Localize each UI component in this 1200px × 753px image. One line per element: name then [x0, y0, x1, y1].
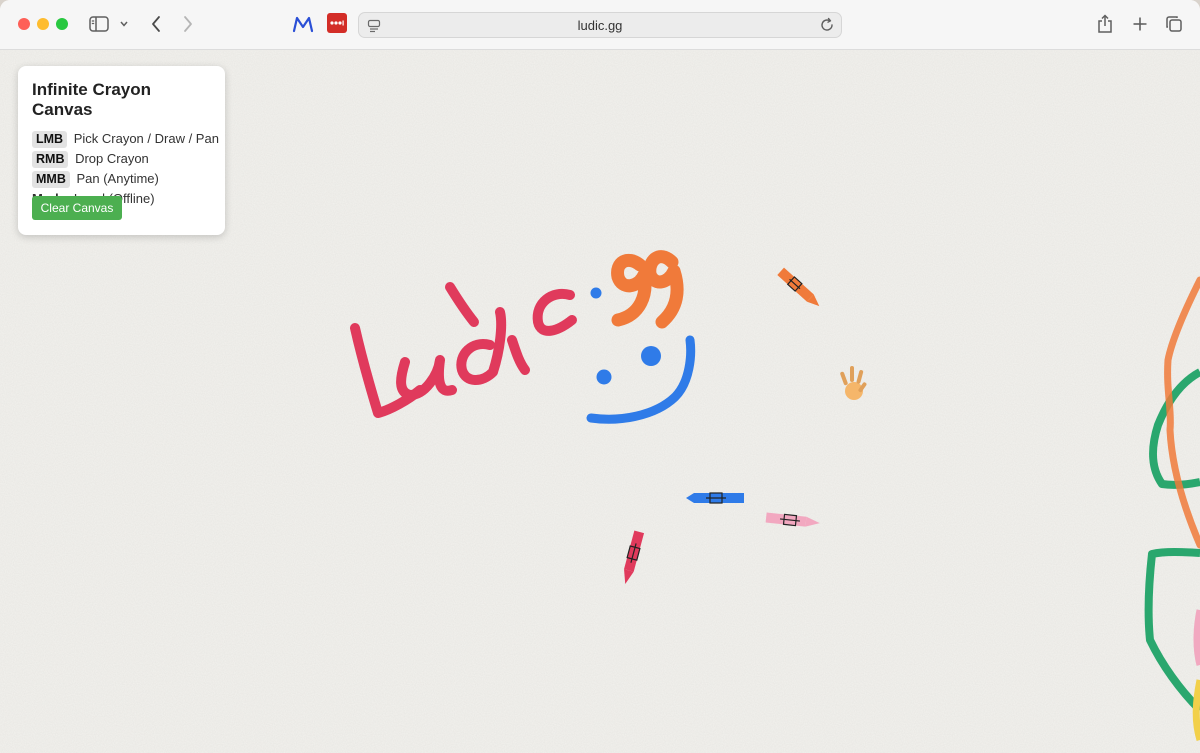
control-action: Pan (Anytime)	[76, 171, 159, 186]
extension-m-icon[interactable]	[291, 12, 315, 36]
yellow-edge-stroke	[1192, 679, 1200, 742]
forward-icon[interactable]	[178, 12, 198, 36]
back-icon[interactable]	[146, 12, 166, 36]
control-row-mmb: MMB Pan (Anytime)	[32, 169, 211, 189]
control-row-lmb: LMB Pick Crayon / Draw / Pan	[32, 129, 219, 149]
clear-canvas-button[interactable]: Clear Canvas	[32, 196, 122, 220]
key-badge: LMB	[32, 131, 68, 148]
zoom-window-button[interactable]	[56, 18, 68, 30]
password-manager-icon[interactable]	[327, 13, 347, 33]
panel-title: Infinite Crayon Canvas	[32, 80, 152, 119]
key-badge: MMB	[32, 171, 70, 188]
minimize-window-button[interactable]	[37, 18, 49, 30]
close-window-button[interactable]	[18, 18, 30, 30]
tabs-icon[interactable]	[1164, 13, 1184, 35]
browser-toolbar: ludic.gg	[0, 0, 1200, 50]
control-action: Pick Crayon / Draw / Pan	[73, 131, 219, 146]
plus-icon[interactable]	[1130, 13, 1150, 35]
chevron-down-icon[interactable]	[117, 14, 131, 34]
sidebar-icon[interactable]	[88, 14, 110, 34]
browser-window: ludic.gg Infinite Crayon Canvas LMB Pick…	[0, 0, 1200, 753]
share-icon[interactable]	[1095, 12, 1115, 36]
info-panel: Infinite Crayon Canvas LMB Pick Crayon /…	[18, 66, 225, 235]
key-badge: RMB	[32, 151, 69, 168]
control-row-rmb: RMB Drop Crayon	[32, 149, 211, 169]
blue-crayon[interactable]	[686, 492, 744, 504]
address-bar[interactable]: ludic.gg	[358, 12, 842, 38]
control-action: Drop Crayon	[75, 151, 149, 166]
url-text[interactable]: ludic.gg	[359, 18, 841, 33]
reload-icon[interactable]	[819, 17, 835, 33]
